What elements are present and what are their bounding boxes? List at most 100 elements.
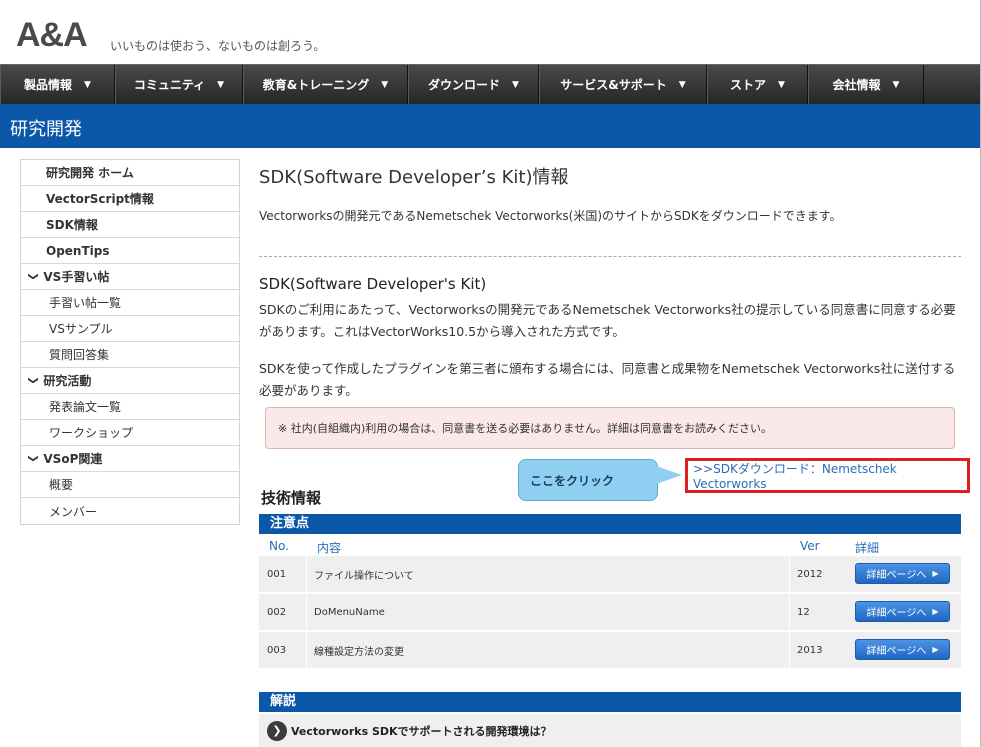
sidebar-item-members[interactable]: メンバー	[21, 498, 239, 524]
sidebar-item-sdk[interactable]: SDK情報	[21, 212, 239, 238]
sdk-paragraph-1: SDKのご利用にあたって、Vectorworksの開発元であるNemetsche…	[259, 302, 956, 339]
sidebar-category-vs-tenarai[interactable]: ❯ VS手習い帖	[21, 264, 239, 290]
sidebar-item-label: 研究開発 ホーム	[46, 166, 134, 180]
sidebar-item-overview[interactable]: 概要	[21, 472, 239, 498]
chevron-down-icon: ❯	[27, 454, 39, 463]
nav-item-education[interactable]: 教育&トレーニング ▼	[243, 65, 408, 104]
sidebar-item-label: メンバー	[49, 504, 98, 519]
nav-item-label: サービス&サポート	[560, 78, 667, 92]
sidebar-item-rd-home[interactable]: 研究開発 ホーム	[21, 160, 239, 186]
caret-down-icon: ▼	[678, 79, 686, 90]
caret-down-icon: ▼	[381, 79, 389, 90]
sidebar-item-label: ワークショップ	[49, 426, 134, 440]
nav-item-community[interactable]: コミュニティ ▼	[115, 65, 243, 104]
sdk-paragraph-2: SDKを使って作成したプラグインを第三者に頒布する場合には、同意書と成果物をNe…	[259, 361, 956, 398]
site-logo[interactable]: A&A	[16, 16, 88, 55]
sidebar-item-tenarai-list[interactable]: 手習い帖一覧	[21, 290, 239, 316]
notice-text: ※ 社内(自組織内)利用の場合は、同意書を送る必要はありません。詳細は同意書をお…	[278, 422, 772, 435]
button-label: 詳細ページへ	[866, 646, 927, 657]
nav-item-label: 教育&トレーニング	[262, 78, 370, 92]
nav-item-download[interactable]: ダウンロード ▼	[408, 65, 539, 104]
nav-item-store[interactable]: ストア ▼	[707, 65, 808, 104]
table-row: 002 DoMenuName 12 詳細ページへ ▶	[259, 594, 961, 630]
sidebar-item-label: 概要	[49, 478, 74, 492]
sidebar-item-label: VSサンプル	[49, 322, 113, 336]
callout-pointer	[656, 466, 682, 484]
detail-page-button[interactable]: 詳細ページへ ▶	[855, 563, 950, 584]
row-no: 003	[267, 644, 287, 656]
caret-down-icon: ▼	[512, 79, 519, 90]
sidebar-item-vectorscript[interactable]: VectorScript情報	[21, 186, 239, 212]
table-header: No. 内容 Ver 詳細	[259, 536, 961, 556]
sidebar-item-workshop[interactable]: ワークショップ	[21, 420, 239, 446]
column-header-ver: Ver	[800, 539, 820, 553]
notes-section-header: 注意点	[259, 514, 961, 534]
sidebar-item-vs-samples[interactable]: VSサンプル	[21, 316, 239, 342]
sidebar-item-label: 研究活動	[43, 374, 92, 388]
row-no: 001	[267, 568, 287, 580]
sidebar-item-label: 質問回答集	[49, 348, 110, 362]
detail-page-button[interactable]: 詳細ページへ ▶	[855, 601, 950, 622]
section-title: 研究開発	[10, 119, 82, 140]
play-arrow-icon: ▶	[932, 569, 939, 578]
table-row: 003 線種設定方法の変更 2013 詳細ページへ ▶	[259, 632, 961, 668]
table-row: 001 ファイル操作について 2012 詳細ページへ ▶	[259, 556, 961, 592]
row-ver: 12	[797, 606, 810, 618]
button-label: 詳細ページへ	[866, 608, 927, 619]
sidebar-item-label: VSoP関連	[43, 452, 103, 466]
detail-page-button[interactable]: 詳細ページへ ▶	[855, 639, 950, 660]
callout-text: ここをクリック	[530, 473, 615, 488]
main-nav: 製品情報 ▼ コミュニティ ▼ 教育&トレーニング ▼ ダウンロード ▼ サービス&サポ…	[0, 64, 980, 104]
row-content: 線種設定方法の変更	[306, 632, 790, 668]
chevron-down-icon: ❯	[27, 376, 39, 385]
nav-item-company[interactable]: 会社情報 ▼	[808, 65, 924, 104]
faq-question: Vectorworks SDKでサポートされる開発環境は？	[291, 724, 552, 738]
play-arrow-icon: ▶	[932, 645, 939, 654]
column-header-content: 内容	[317, 541, 342, 555]
sdk-heading: SDK(Software Developer's Kit)	[259, 275, 487, 293]
faq-item[interactable]: ❯ Vectorworks SDKでサポートされる開発環境は？	[259, 714, 961, 747]
sidebar-item-label: VS手習い帖	[43, 270, 110, 284]
sidebar-item-papers[interactable]: 発表論文一覧	[21, 394, 239, 420]
play-arrow-icon: ▶	[932, 607, 939, 616]
section-divider	[259, 256, 961, 257]
nav-item-label: ストア	[730, 78, 767, 92]
nav-item-label: 製品情報	[24, 78, 73, 92]
sidebar-item-label: OpenTips	[46, 243, 110, 258]
sdk-download-link[interactable]: >>SDKダウンロード：Nemetschek Vectorworks	[693, 460, 967, 491]
nav-item-products[interactable]: 製品情報 ▼	[0, 65, 115, 104]
caret-down-icon: ▼	[217, 79, 225, 90]
site-tagline: いいものは使おう、ないものは創ろう。	[110, 39, 326, 53]
click-here-callout: ここをクリック	[518, 459, 658, 501]
arrow-right-circle-icon: ❯	[267, 720, 287, 741]
sidebar-category-vsop[interactable]: ❯ VSoP関連	[21, 446, 239, 472]
sidebar-item-label: 手習い帖一覧	[49, 296, 122, 310]
site-header: A&A いいものは使おう、ないものは創ろう。	[0, 0, 980, 64]
sidebar-item-label: VectorScript情報	[46, 192, 154, 206]
intro-text: Vectorworksの開発元であるNemetschek Vectorworks…	[259, 209, 842, 223]
notice-box: ※ 社内(自組織内)利用の場合は、同意書を送る必要はありません。詳細は同意書をお…	[265, 407, 955, 449]
caret-down-icon: ▼	[778, 79, 785, 90]
sidebar-item-label: SDK情報	[46, 218, 98, 232]
row-ver: 2012	[797, 568, 823, 580]
column-header-no: No.	[269, 539, 289, 553]
column-header-detail: 詳細	[855, 541, 880, 555]
download-link-highlight: >>SDKダウンロード：Nemetschek Vectorworks	[685, 458, 970, 493]
row-ver: 2013	[797, 644, 823, 656]
nav-item-label: ダウンロード	[428, 78, 501, 92]
sidebar-category-research[interactable]: ❯ 研究活動	[21, 368, 239, 394]
section-banner: 研究開発	[0, 104, 980, 148]
row-content: ファイル操作について	[306, 556, 790, 592]
sidebar-item-opentips[interactable]: OpenTips	[21, 238, 239, 264]
page-title: SDK(Software Developer’s Kit)情報	[259, 167, 569, 188]
tech-info-heading: 技術情報	[261, 489, 322, 507]
sidebar-item-label: 発表論文一覧	[49, 400, 122, 414]
explain-section-header: 解説	[259, 692, 961, 712]
caret-down-icon: ▼	[892, 79, 900, 90]
row-content: DoMenuName	[306, 594, 790, 630]
sidebar: 研究開発 ホーム VectorScript情報 SDK情報 OpenTips ❯…	[20, 159, 240, 525]
sidebar-item-faq[interactable]: 質問回答集	[21, 342, 239, 368]
nav-item-service[interactable]: サービス&サポート ▼	[539, 65, 707, 104]
nav-item-label: 会社情報	[832, 78, 881, 92]
caret-down-icon: ▼	[84, 79, 91, 90]
